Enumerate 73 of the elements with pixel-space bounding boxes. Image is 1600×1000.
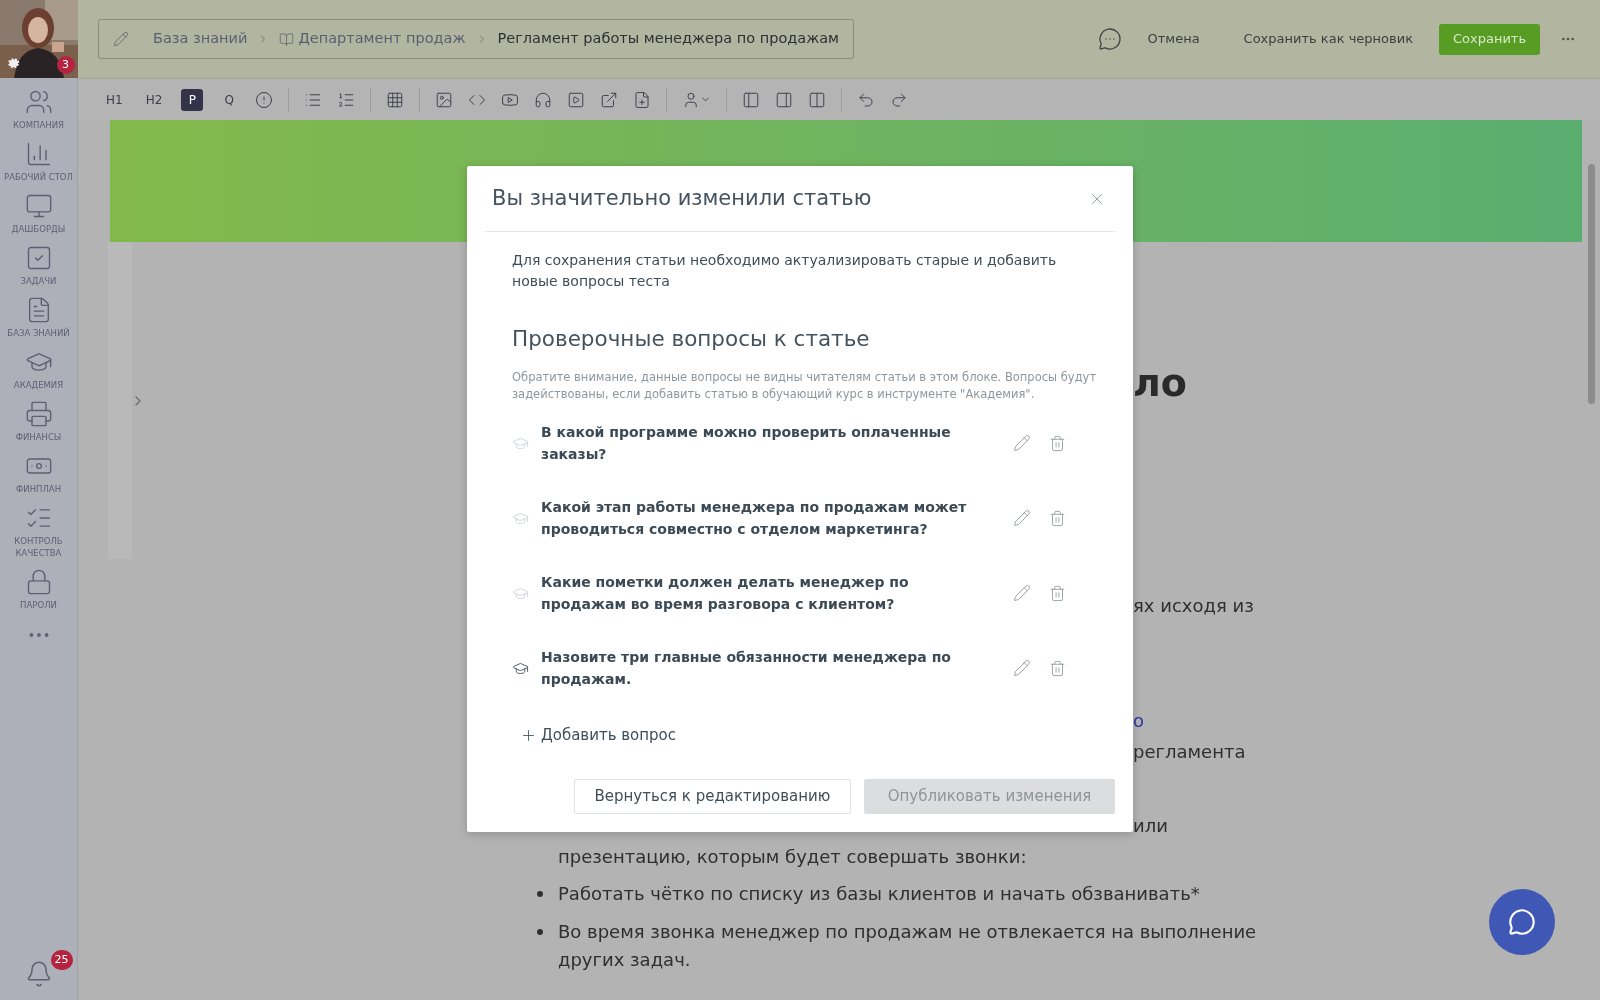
file-add-icon[interactable] — [633, 90, 652, 109]
headphones-icon[interactable] — [534, 90, 553, 109]
article-list-item: Во время звонка менеджер по продажам не отвлекается на выполнение — [558, 920, 1257, 944]
bullet-icon — [537, 890, 543, 897]
panel-left-icon[interactable] — [742, 90, 761, 109]
article-list-item: Работать чётко по списку из базы клиентов и начать обзванивать* — [558, 882, 1200, 906]
alert-icon[interactable] — [255, 90, 274, 109]
table-icon[interactable] — [386, 90, 405, 109]
article-text: регламента — [1133, 740, 1246, 764]
sidebar-item[interactable]: ЗАДАЧИ — [0, 244, 77, 287]
columns-icon[interactable] — [808, 90, 827, 109]
panel-right-icon[interactable] — [775, 90, 794, 109]
redo-icon[interactable] — [890, 90, 909, 109]
cancel-button[interactable]: Отмена — [1147, 29, 1200, 49]
article-text: или — [1133, 814, 1168, 838]
sidebar-item[interactable]: БАЗА ЗНАНИЙ — [0, 296, 77, 339]
edit-icon[interactable] — [1013, 659, 1031, 678]
media-icon[interactable] — [567, 90, 586, 109]
dialog-message: Для сохранения статьи необходимо актуализировать старые и добавить новые вопросы теста — [512, 251, 1058, 291]
edit-icon[interactable] — [1013, 509, 1031, 528]
format-button[interactable]: H1 — [102, 88, 127, 111]
section-note: Обратите внимание, данные вопросы не видны читателям статьи в этом блоке. Вопросы будут задействованы, если добавить статью в обучающий курс в инструменте "Академия". — [512, 369, 1097, 404]
breadcrumb-link[interactable]: Департамент продаж — [298, 28, 466, 50]
question-text: Какой этап работы менеджера по продажам может проводиться совместно с отделом маркетинга? — [541, 498, 968, 540]
pencil-icon[interactable] — [113, 31, 129, 47]
back-to-editing-button[interactable]: Вернуться к редактированию — [574, 778, 851, 814]
sidebar-item[interactable]: ДАШБОРДЫ — [0, 192, 77, 235]
sidebar-item[interactable]: ФИНАНСЫ — [0, 400, 77, 443]
scrollbar-thumb[interactable] — [1587, 164, 1595, 404]
bullet-icon — [537, 928, 543, 935]
breadcrumb-current: Регламент работы менеджера по продажам — [497, 29, 840, 49]
breadcrumb-link[interactable]: База знаний — [153, 28, 248, 50]
sidebar-item[interactable]: ФИНПЛАН — [0, 452, 77, 495]
gear-icon[interactable] — [5, 56, 20, 70]
chat-icon — [1508, 908, 1536, 936]
format-button[interactable]: H2 — [141, 88, 167, 111]
save-button[interactable]: Сохранить — [1439, 23, 1540, 55]
question-text: В какой программе можно проверить оплаченные заказы? — [541, 423, 952, 465]
printer-icon — [24, 400, 53, 428]
article-text: ях исходя из — [1133, 594, 1254, 618]
delete-icon[interactable] — [1049, 509, 1066, 527]
undo-icon[interactable] — [857, 90, 876, 109]
delete-icon[interactable] — [1049, 584, 1066, 602]
section-title: Проверочные вопросы к статье — [512, 325, 871, 353]
add-question-button[interactable]: Добавить вопрос — [520, 724, 677, 747]
sidebar-item[interactable]: ПАРОЛИ — [0, 568, 77, 611]
book-icon — [279, 31, 295, 47]
article-link[interactable]: о — [1133, 707, 1144, 734]
sidebar-item[interactable]: КОНТРОЛЬ КАЧЕСТВА — [0, 504, 77, 559]
sidebar-item[interactable]: КОМПАНИЯ — [0, 88, 77, 131]
sidebar-item[interactable]: АКАДЕМИЯ — [0, 348, 77, 391]
delete-icon[interactable] — [1049, 434, 1066, 452]
question-text: Какие пометки должен делать менеджер по продажам во время разговора с клиентом? — [541, 573, 910, 615]
people-icon — [24, 88, 53, 116]
monitor-icon — [24, 192, 53, 220]
notification-badge: 25 — [50, 950, 73, 970]
edit-icon[interactable] — [1013, 434, 1031, 453]
numbered-list-icon[interactable] — [337, 90, 356, 109]
external-link-icon[interactable] — [600, 90, 619, 109]
question-text: Назовите три главные обязанности менеджера по продажам. — [541, 648, 952, 690]
dialog-title: Вы значительно изменили статью — [492, 184, 872, 212]
format-button[interactable]: Q — [218, 88, 241, 111]
article-text: других задач. — [558, 949, 691, 971]
save-draft-button[interactable]: Сохранить как черновик — [1243, 29, 1413, 49]
edit-icon[interactable] — [1013, 584, 1031, 603]
sidebar-item[interactable]: РАБОЧИЙ СТОЛ — [0, 140, 77, 183]
format-button[interactable]: P — [181, 88, 204, 111]
plus-icon — [520, 727, 537, 744]
comments-icon[interactable] — [1097, 27, 1122, 51]
delete-icon[interactable] — [1049, 659, 1066, 677]
article-text: презентацию, которым будет совершать звонки: — [558, 846, 1027, 868]
image-icon[interactable] — [435, 90, 454, 109]
article-heading: ло — [1133, 360, 1187, 407]
